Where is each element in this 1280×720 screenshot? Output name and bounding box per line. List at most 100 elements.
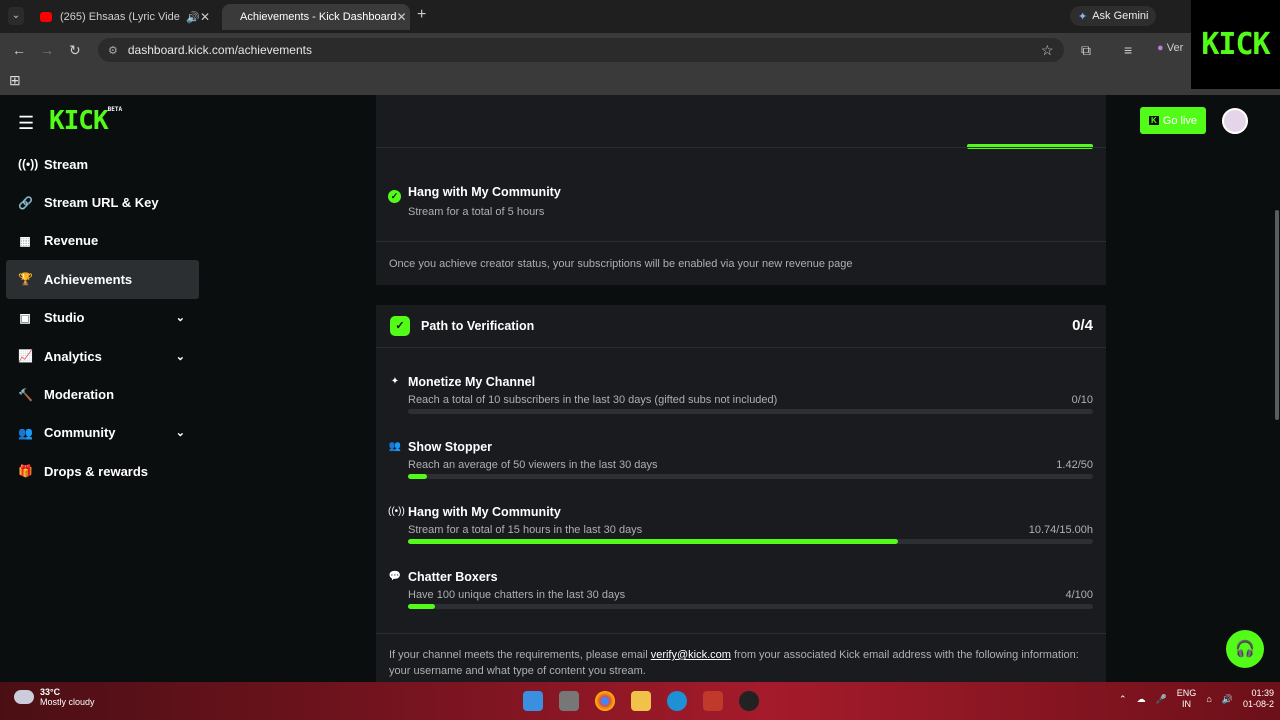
kick-watermark-logo: KICK	[1191, 0, 1280, 89]
progress-track	[408, 474, 1093, 479]
progress-track	[408, 539, 1093, 544]
new-tab-icon[interactable]: +	[417, 6, 426, 24]
language-indicator[interactable]: ENG IN	[1177, 688, 1197, 710]
sidebar-item-label: Stream	[44, 156, 89, 172]
sidebar-item-stream[interactable]: ((•)) Stream	[6, 145, 199, 183]
gemini-sparkle-icon: ✦	[1078, 10, 1088, 23]
requirement-title: Show Stopper	[408, 440, 493, 454]
tab-search-chevron-icon[interactable]: ⌄	[8, 7, 24, 25]
sidebar-item-studio[interactable]: ▣ Studio ⌄	[6, 299, 199, 337]
requirement-value: 0/10	[1071, 394, 1093, 406]
headset-icon: 🎧	[1235, 641, 1255, 658]
windows-taskbar: 33°C Mostly cloudy ⌃ ☁ 🎤 ENG IN ⌂ 🔊 01:39…	[0, 682, 1280, 720]
close-tab-icon[interactable]: ✕	[397, 10, 407, 24]
go-live-button[interactable]: K Go live	[1140, 107, 1206, 134]
system-tray: ⌃ ☁ 🎤 ENG IN ⌂ 🔊 01:39 01-08-2	[1119, 688, 1274, 710]
kick-dashboard: ☰ KICKBETA K Go live ((•)) Stream 🔗 Stream …	[0, 95, 1280, 682]
avatar[interactable]	[1222, 108, 1248, 134]
network-icon[interactable]: ⌂	[1206, 694, 1211, 704]
chevron-up-icon[interactable]: ⌃	[1119, 694, 1127, 705]
broadcast-icon: ((•))	[388, 506, 405, 517]
sidebar-item-revenue[interactable]: ▦ Revenue	[6, 222, 199, 260]
verification-requirement: 👥 Show Stopper Reach an average of 50 view…	[388, 440, 1093, 485]
people-icon: 👥	[18, 425, 33, 440]
windows-start-icon[interactable]	[523, 691, 543, 711]
creator-status-note: Once you achieve creator status, your su…	[389, 258, 853, 270]
bookmark-star-icon[interactable]: ☆	[1041, 42, 1054, 59]
volume-icon[interactable]: 🔊	[1222, 694, 1233, 705]
chevron-down-icon[interactable]: ⌄	[176, 350, 185, 363]
store-icon[interactable]	[703, 691, 723, 711]
verified-badge-icon: ✓	[390, 316, 410, 336]
site-info-icon[interactable]: ⚙	[108, 44, 118, 57]
chat-icon: 💬	[388, 571, 402, 582]
section-title: Path to Verification	[421, 319, 535, 333]
menu-icon[interactable]: ☰	[18, 113, 34, 134]
progress-track	[408, 409, 1093, 414]
completed-achievement: ✓ Hang with My Community Stream for a to…	[388, 185, 561, 218]
requirement-desc: Have 100 unique chatters in the last 30 …	[408, 589, 626, 601]
clock[interactable]: 01:39 01-08-2	[1243, 688, 1274, 710]
trophy-icon: 🏆	[18, 272, 33, 287]
mic-icon[interactable]: 🎤	[1156, 694, 1167, 705]
requirement-title: Monetize My Channel	[408, 375, 536, 389]
sidebar-item-label: Moderation	[44, 387, 115, 403]
verification-requirement: ✦ Monetize My Channel Reach a total of 10 …	[388, 375, 1093, 420]
sidebar-item-community[interactable]: 👥 Community ⌄	[6, 414, 199, 452]
kick-logo[interactable]: KICKBETA	[49, 106, 122, 136]
profile-button[interactable]: ● Ver	[1157, 42, 1183, 54]
search-icon[interactable]	[559, 691, 579, 711]
taskbar-apps	[523, 691, 759, 711]
verification-instructions: If your channel meets the requirements, …	[389, 649, 1079, 677]
sidebar: ((•)) Stream 🔗 Stream URL & Key ▦ Revenue 🏆 Ach…	[6, 145, 199, 491]
verification-requirement: ((•)) Hang with My Community Stream for a …	[388, 505, 1093, 550]
sidebar-item-stream-url-key[interactable]: 🔗 Stream URL & Key	[6, 183, 199, 221]
scrollbar[interactable]	[1275, 210, 1279, 420]
link-icon: 🔗	[18, 195, 33, 210]
verification-count: 0/4	[1072, 317, 1093, 334]
chevron-down-icon[interactable]: ⌄	[176, 426, 185, 439]
verification-requirement: 💬 Chatter Boxers Have 100 unique chatters …	[388, 570, 1093, 615]
sidebar-item-achievements[interactable]: 🏆 Achievements	[6, 260, 199, 299]
sidebar-item-label: Drops & rewards	[44, 463, 149, 479]
sidebar-item-drops-rewards[interactable]: 🎁 Drops & rewards	[6, 452, 199, 490]
cloud-icon	[14, 690, 34, 704]
requirement-title: Chatter Boxers	[408, 570, 498, 584]
youtube-icon	[40, 12, 52, 22]
reading-list-icon[interactable]: ≡	[1124, 42, 1132, 58]
studio-icon: ▣	[19, 310, 31, 325]
weather-widget[interactable]: 33°C Mostly cloudy	[14, 687, 95, 707]
edge-icon[interactable]	[667, 691, 687, 711]
sidebar-item-analytics[interactable]: 📈 Analytics ⌄	[6, 337, 199, 375]
help-chat-button[interactable]: 🎧	[1226, 630, 1264, 668]
back-icon[interactable]: ←	[12, 42, 26, 58]
close-tab-icon[interactable]: ✕	[200, 10, 210, 24]
speaker-icon[interactable]: 🔊	[186, 11, 200, 24]
obs-icon[interactable]	[739, 691, 759, 711]
onedrive-icon[interactable]: ☁	[1137, 694, 1146, 705]
kick-k-icon: K	[1148, 116, 1159, 125]
bookmarks-bar: ⊞	[0, 67, 1280, 95]
verify-email-link[interactable]: verify@kick.com	[651, 649, 731, 661]
tab-youtube[interactable]: (265) Ehsaas (Lyric Video) Fe 🔊 ✕	[30, 4, 220, 30]
sidebar-item-label: Analytics	[44, 348, 102, 364]
forward-icon[interactable]: →	[40, 42, 54, 58]
apps-grid-icon[interactable]: ⊞	[9, 72, 21, 89]
chrome-icon[interactable]	[595, 691, 615, 711]
extensions-icon[interactable]: ⧉	[1081, 42, 1091, 59]
sidebar-item-moderation[interactable]: 🔨 Moderation	[6, 375, 199, 413]
sidebar-item-label: Stream URL & Key	[44, 195, 159, 211]
progress-fill	[408, 604, 436, 609]
requirement-value: 10.74/15.00h	[1028, 524, 1093, 536]
browser-tab-bar: ⌄ (265) Ehsaas (Lyric Video) Fe 🔊 ✕ Achi…	[0, 0, 1280, 33]
creator-status-card: ✓ Hang with My Community Stream for a to…	[376, 95, 1106, 285]
chevron-down-icon[interactable]: ⌄	[176, 311, 185, 324]
ask-gemini-button[interactable]: ✦ Ask Gemini	[1070, 6, 1157, 26]
reload-icon[interactable]: ↻	[69, 42, 81, 59]
file-explorer-icon[interactable]	[631, 691, 651, 711]
address-bar: ← → ↻ ⚙ dashboard.kick.com/achievements …	[0, 33, 1280, 67]
analytics-icon: 📈	[18, 349, 33, 364]
url-field[interactable]: ⚙ dashboard.kick.com/achievements	[98, 38, 1064, 62]
requirement-title: Hang with My Community	[408, 505, 561, 519]
tab-kick-dashboard[interactable]: Achievements - Kick Dashboard ✕	[222, 4, 410, 30]
